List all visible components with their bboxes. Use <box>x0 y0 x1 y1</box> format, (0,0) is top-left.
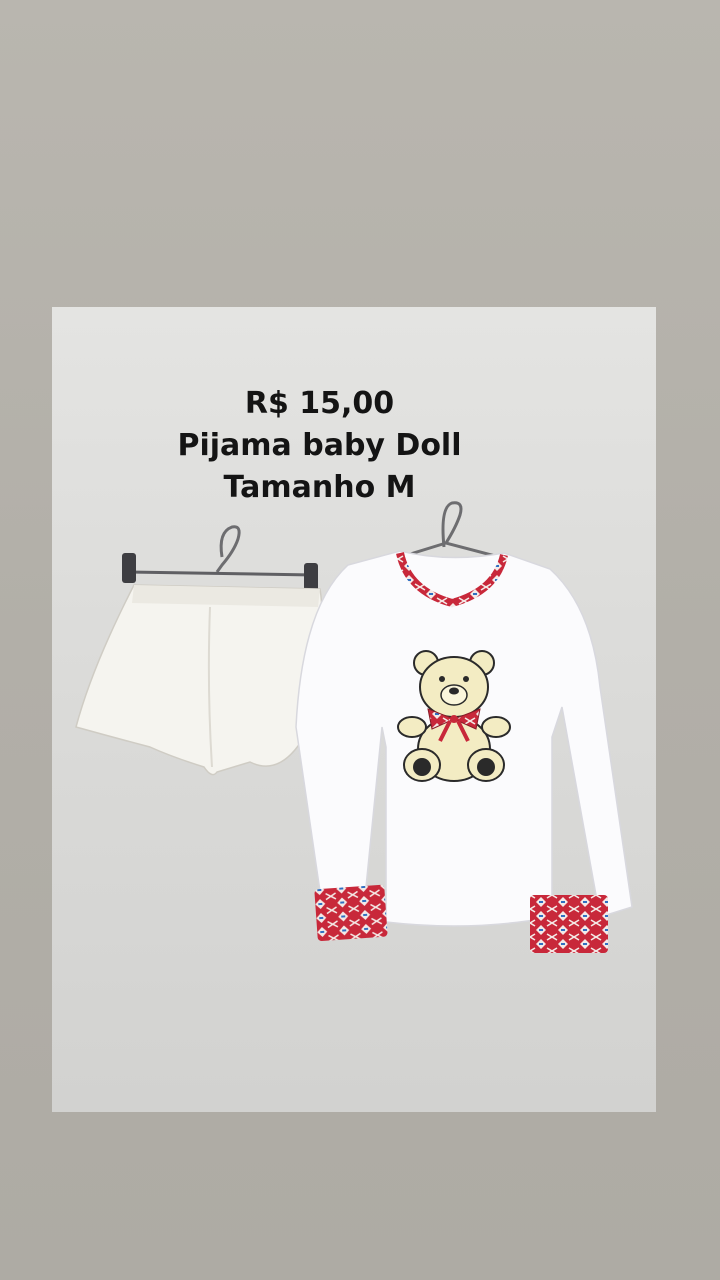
product-caption: R$ 15,00 Pijama baby Doll Tamanho M <box>52 383 587 509</box>
shorts <box>75 584 323 776</box>
size-text: Tamanho M <box>223 470 416 505</box>
price-text: R$ 15,00 <box>244 386 395 421</box>
shorts-hanger <box>122 525 318 593</box>
product-name-text: Pijama baby Doll <box>177 428 462 463</box>
